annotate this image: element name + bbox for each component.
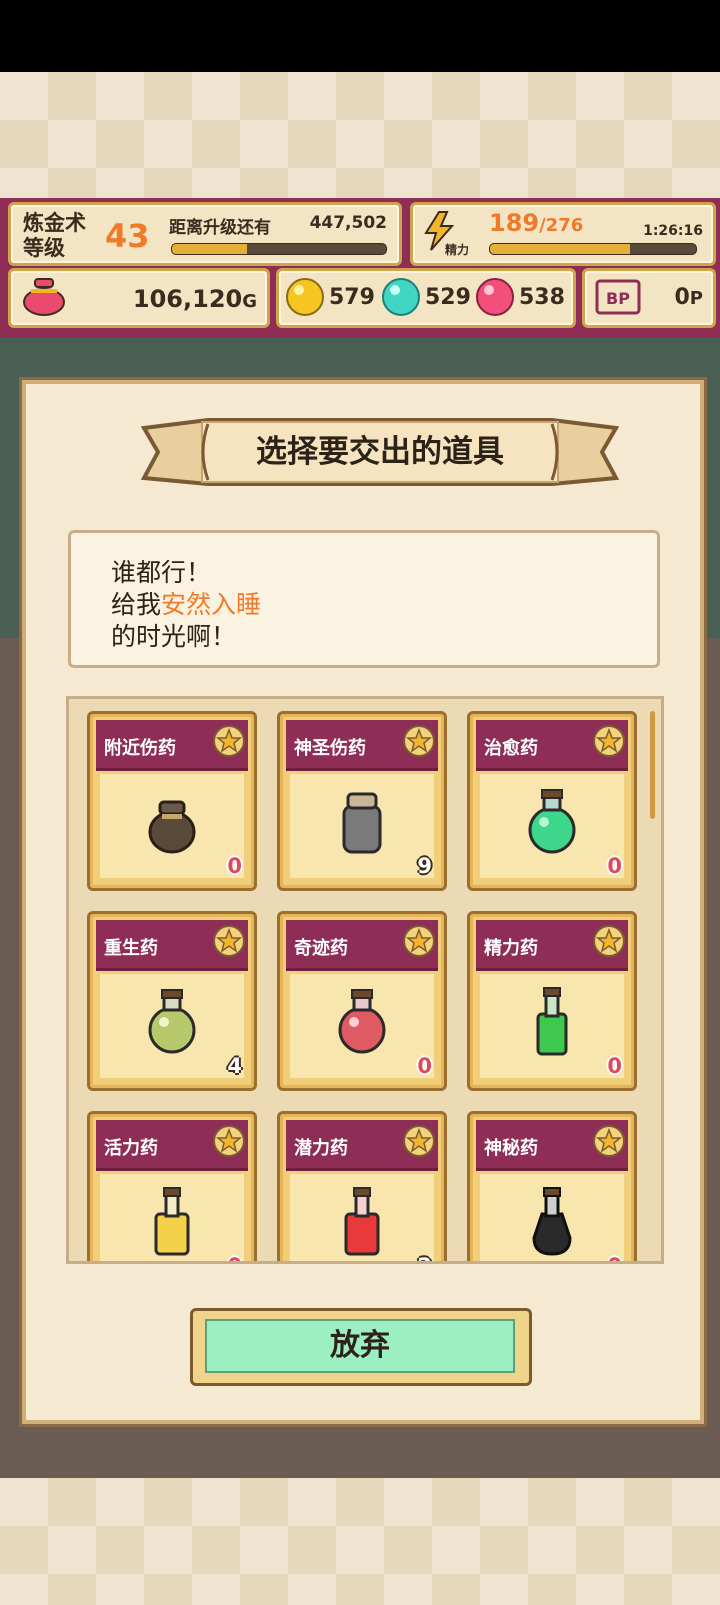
pink-orb-icon <box>476 278 514 316</box>
message-line-1: 谁都行！ <box>111 558 212 587</box>
select-item-dialog: 选择要交出的道具 谁都行！ 给我安然入睡 的时光啊！ 附近伤药 0 神圣伤药 9… <box>22 380 704 1424</box>
item-name: 精力药 <box>484 938 538 959</box>
give-up-label: 放弃 <box>330 1328 390 1363</box>
item-count: 0 <box>227 1254 242 1261</box>
background-pattern-top <box>0 72 720 200</box>
star-icon <box>593 1125 625 1157</box>
jar-icon <box>342 792 382 854</box>
energy-progress-fill <box>490 244 631 254</box>
cyan-orb-icon <box>382 278 420 316</box>
black-bottle-icon <box>532 1187 572 1256</box>
dialog-title: 选择要交出的道具 <box>256 434 504 470</box>
bp-ticket-icon: BP <box>595 279 641 315</box>
message-highlight: 安然入睡 <box>161 590 262 619</box>
item-count: 0 <box>607 854 622 878</box>
item-count: 0 <box>607 1254 622 1261</box>
star-icon <box>213 725 245 757</box>
item-count: 2 <box>417 1254 432 1261</box>
item-card[interactable]: 神圣伤药 9 <box>277 711 447 891</box>
star-icon <box>593 725 625 757</box>
item-count: 0 <box>417 1054 432 1078</box>
bp-value: 0P <box>674 285 703 310</box>
olive-potion-icon <box>148 989 196 1054</box>
bp-panel[interactable]: BP 0P <box>582 268 716 328</box>
yellow-bottle-icon <box>154 1187 190 1256</box>
item-card[interactable]: 活力药 0 <box>87 1111 257 1261</box>
item-name: 重生药 <box>104 938 158 959</box>
energy-value: 189/276 <box>489 209 584 237</box>
item-card[interactable]: 治愈药 0 <box>467 711 637 891</box>
item-card[interactable]: 神秘药 0 <box>467 1111 637 1261</box>
pouch-icon <box>148 800 196 854</box>
star-icon <box>403 925 435 957</box>
gold-purse-icon <box>23 278 65 316</box>
next-level-label: 距离升级还有 <box>169 218 271 238</box>
item-name: 神秘药 <box>484 1138 538 1159</box>
message-line-2: 给我安然入睡 <box>111 590 262 619</box>
red-bottle-icon <box>344 1187 380 1256</box>
gold-panel[interactable]: 106,120G <box>8 268 270 328</box>
item-name: 活力药 <box>104 1138 158 1159</box>
svg-text:BP: BP <box>606 289 630 308</box>
item-name: 神圣伤药 <box>294 738 366 759</box>
top-hud: 炼金术 等级 43 距离升级还有 447,502 精力 189/276 1:26:… <box>0 198 720 338</box>
status-bar <box>0 0 720 72</box>
pink-orb-count: 538 <box>519 285 565 310</box>
star-icon <box>213 1125 245 1157</box>
level-progress-bar <box>171 243 387 255</box>
star-icon <box>593 925 625 957</box>
energy-progress-bar <box>489 243 697 255</box>
next-level-value: 447,502 <box>309 213 387 233</box>
item-name: 治愈药 <box>484 738 538 759</box>
item-count: 0 <box>607 1054 622 1078</box>
energy-panel[interactable]: 精力 189/276 1:26:16 <box>410 202 716 266</box>
item-card[interactable]: 重生药 4 <box>87 911 257 1091</box>
background-pattern-bottom <box>0 1478 720 1605</box>
level-progress-fill <box>172 244 247 254</box>
item-count: 0 <box>227 854 242 878</box>
star-icon <box>213 925 245 957</box>
level-value: 43 <box>105 217 150 255</box>
energy-timer: 1:26:16 <box>643 223 703 239</box>
yellow-orb-count: 579 <box>329 285 375 310</box>
item-count: 4 <box>227 1054 242 1078</box>
energy-label: 精力 <box>445 243 470 257</box>
item-name: 奇迹药 <box>294 938 348 959</box>
item-card[interactable]: 潜力药 2 <box>277 1111 447 1261</box>
message-line-3: 的时光啊！ <box>111 622 237 651</box>
green-bottle-icon <box>536 987 568 1056</box>
star-icon <box>403 1125 435 1157</box>
star-icon <box>403 725 435 757</box>
item-card[interactable]: 奇迹药 0 <box>277 911 447 1091</box>
item-name: 潜力药 <box>294 1138 348 1159</box>
item-name: 附近伤药 <box>104 738 176 759</box>
gems-panel[interactable]: 579 529 538 <box>276 268 576 328</box>
green-potion-icon <box>528 789 576 854</box>
level-panel[interactable]: 炼金术 等级 43 距离升级还有 447,502 <box>8 202 402 266</box>
gold-value: 106,120G <box>132 285 257 313</box>
item-card[interactable]: 附近伤药 0 <box>87 711 257 891</box>
red-round-potion-icon <box>338 989 386 1054</box>
level-label: 炼金术 等级 <box>23 211 86 260</box>
give-up-button[interactable]: 放弃 <box>190 1308 532 1386</box>
customer-message-box: 谁都行！ 给我安然入睡 的时光啊！ <box>68 530 660 668</box>
item-card[interactable]: 精力药 0 <box>467 911 637 1091</box>
item-grid[interactable]: 附近伤药 0 神圣伤药 9 治愈药 0 重生药 4 奇迹药 0 精力药 0 活力… <box>66 696 664 1264</box>
cyan-orb-count: 529 <box>425 285 471 310</box>
item-grid-scrollbar[interactable] <box>650 711 655 819</box>
yellow-orb-icon <box>286 278 324 316</box>
item-count: 9 <box>417 854 432 878</box>
